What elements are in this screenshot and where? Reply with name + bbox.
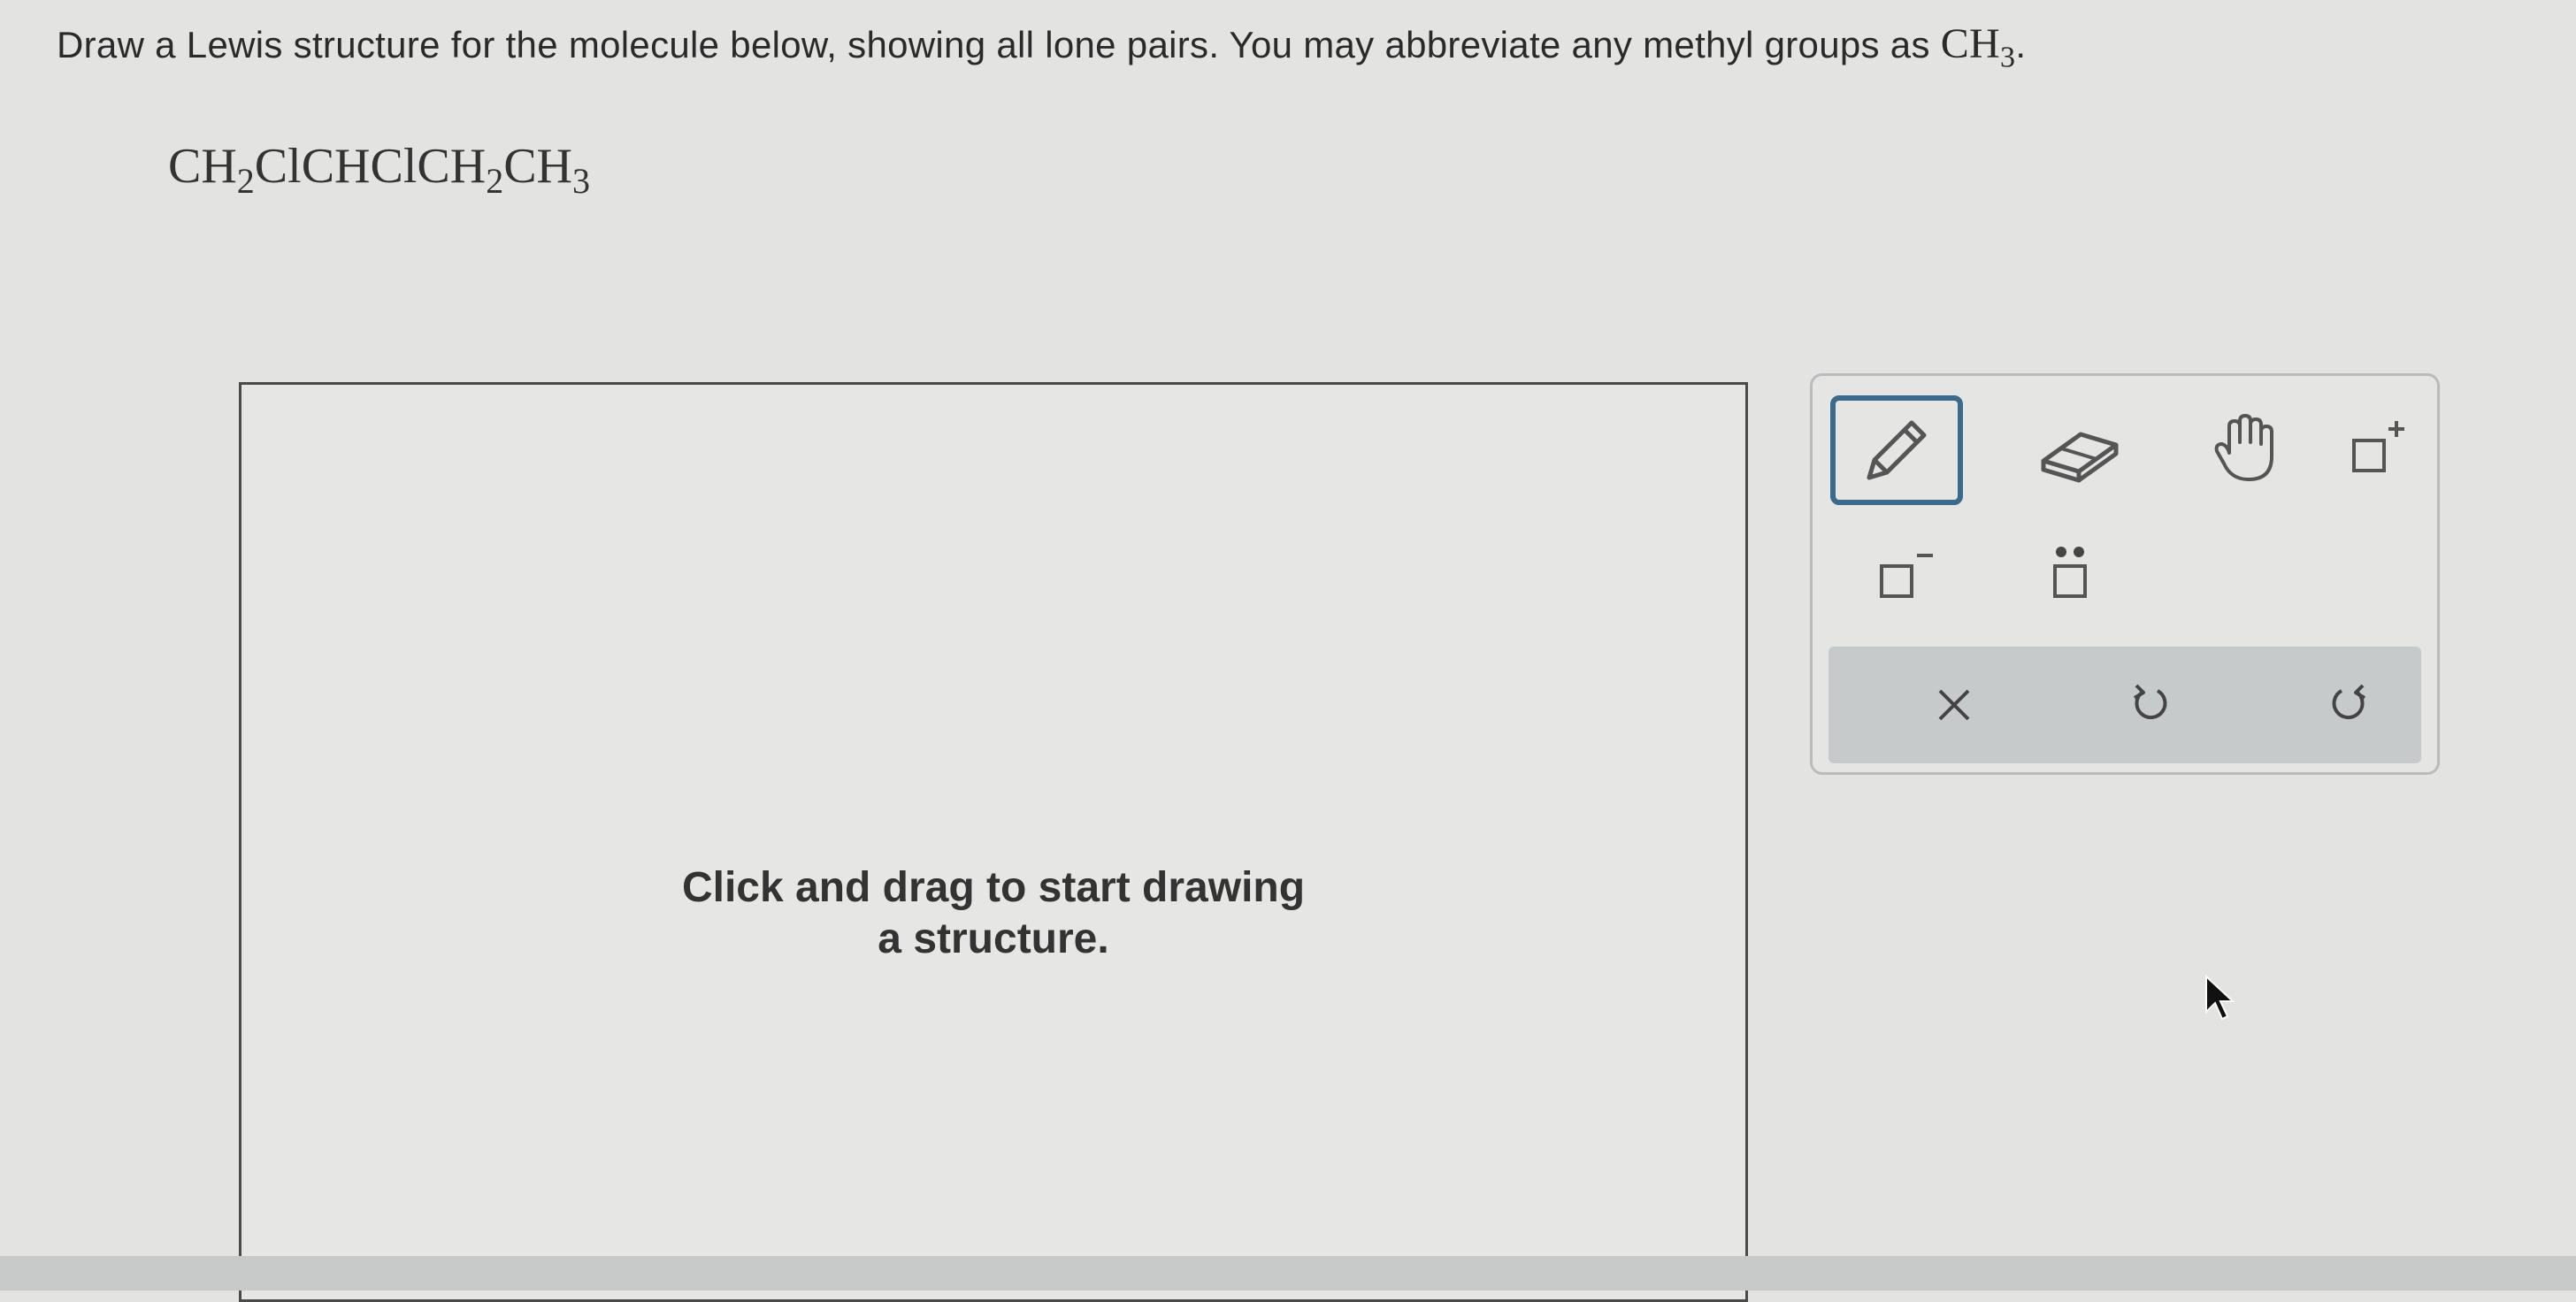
eraser-icon (2041, 432, 2119, 483)
question-prefix: Draw a Lewis structure for the molecule … (57, 24, 1941, 65)
question-text: Draw a Lewis structure for the molecule … (57, 20, 2027, 74)
molecule-formula: CH2ClCHClCH2CH3 (168, 139, 590, 202)
redo-icon (2332, 684, 2366, 720)
methyl-formula: CH3 (1940, 20, 2016, 74)
drawing-toolbar (1810, 373, 2440, 775)
action-bar (1828, 647, 2421, 763)
pencil-tool-button[interactable] (1830, 395, 1963, 505)
negative-charge-button[interactable] (1844, 517, 1977, 627)
negative-charge-icon (1880, 554, 1933, 598)
drawing-canvas[interactable]: Click and drag to start drawing a struct… (239, 382, 1748, 1302)
lone-pair-button[interactable] (2004, 517, 2136, 627)
clear-icon (1938, 689, 1970, 721)
canvas-hint: Click and drag to start drawing a struct… (681, 864, 1306, 962)
clear-button[interactable] (1901, 661, 2007, 749)
mouse-cursor-icon (2205, 974, 2235, 1021)
positive-charge-button[interactable] (2308, 395, 2441, 505)
page-bottom-bar (0, 1256, 2576, 1291)
undo-button[interactable] (2097, 661, 2204, 749)
redo-button[interactable] (2296, 661, 2402, 749)
pencil-icon (1867, 420, 1927, 480)
lone-pair-icon (2053, 547, 2087, 598)
eraser-tool-button[interactable] (2012, 395, 2145, 505)
hand-tool-button[interactable] (2181, 395, 2313, 505)
undo-icon (2133, 684, 2167, 720)
positive-charge-icon (2352, 421, 2404, 472)
hand-icon (2214, 414, 2273, 481)
